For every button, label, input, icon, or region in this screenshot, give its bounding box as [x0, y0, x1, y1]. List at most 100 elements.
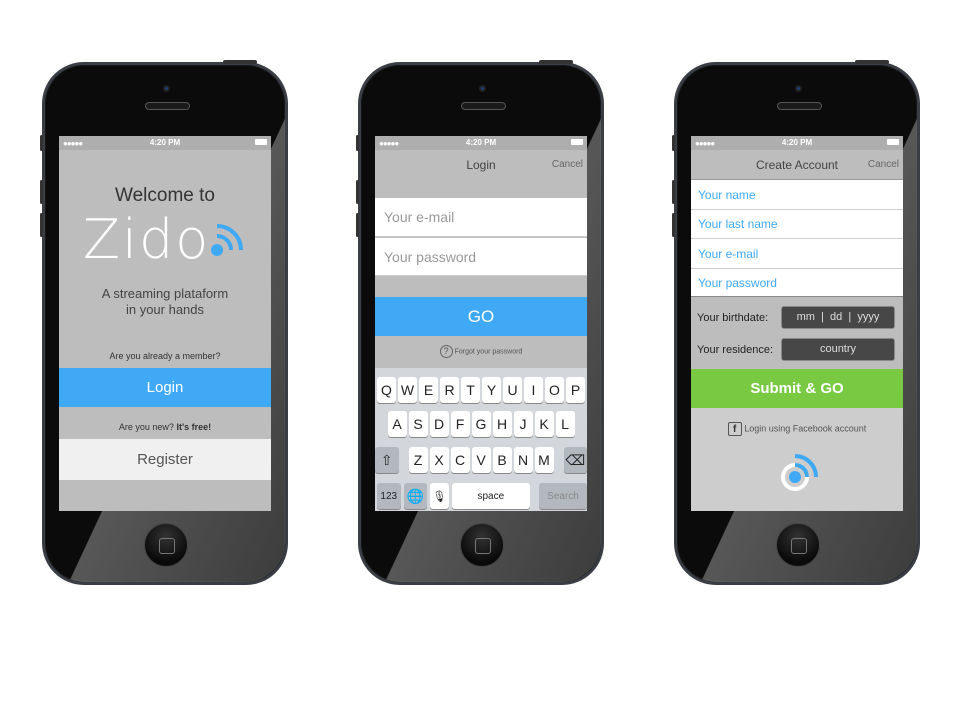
search-key[interactable]: Search: [539, 483, 587, 509]
tagline: A streaming plataform: [101, 286, 229, 301]
key[interactable]: U: [503, 377, 522, 403]
camera: [163, 85, 170, 92]
volume-up-button: [356, 180, 359, 204]
keyboard-row-1: QWERTYUIOP: [375, 377, 587, 403]
volume-down-button: [672, 213, 675, 237]
new-prompt-text: Are you new?: [118, 422, 174, 432]
battery-icon: [571, 139, 583, 145]
facebook-icon: f: [727, 422, 742, 436]
phone-login: ●●●●● 4:20 PM Login Cancel Your e-mail You…: [356, 60, 604, 585]
key[interactable]: D: [429, 411, 449, 437]
new-prompt: Are you new? It's free!: [59, 422, 271, 432]
shift-key[interactable]: ⇧: [375, 447, 399, 473]
home-button[interactable]: [144, 523, 188, 567]
microphone-key[interactable]: 🎙: [430, 483, 449, 509]
birthdate-picker[interactable]: mm | dd | yyyy: [781, 306, 895, 329]
country-select[interactable]: country: [781, 338, 895, 361]
welcome-title: Welcome to: [115, 185, 215, 206]
key[interactable]: Q: [377, 377, 396, 403]
key[interactable]: N: [513, 447, 533, 473]
keyboard-row-2: ASDFGHJKL: [375, 411, 587, 437]
email-input[interactable]: Your e-mail: [375, 198, 587, 237]
zido-logo-icon: [781, 454, 818, 491]
key[interactable]: B: [492, 447, 512, 473]
key[interactable]: V: [471, 447, 491, 473]
volume-down-button: [356, 213, 359, 237]
key[interactable]: Z: [408, 447, 428, 473]
globe-key[interactable]: 🌐: [403, 483, 428, 509]
volume-down-button: [40, 213, 43, 237]
home-button[interactable]: [460, 523, 504, 567]
status-bar: ●●●●● 4:20 PM: [691, 136, 903, 150]
letter-keys: ZXCVBNM: [408, 447, 554, 473]
free-label: It's free!: [176, 422, 212, 432]
phone-create-account: ●●●●● 4:20 PM Create Account Cancel Your n…: [672, 60, 920, 585]
mute-switch: [40, 135, 43, 151]
register-button[interactable]: Register: [59, 439, 271, 480]
key[interactable]: T: [461, 377, 480, 403]
key[interactable]: C: [450, 447, 470, 473]
facebook-login-link[interactable]: f Login using Facebook account: [691, 422, 903, 436]
password-input[interactable]: Your password: [691, 269, 903, 297]
keyboard-row-4: 123 🌐 🎙 space Search: [375, 483, 587, 509]
tagline-2: in your hands: [125, 302, 205, 317]
mute-switch: [672, 135, 675, 151]
email-input[interactable]: Your e-mail: [691, 239, 903, 269]
key[interactable]: X: [429, 447, 449, 473]
key[interactable]: S: [408, 411, 428, 437]
submit-button[interactable]: Submit & GO: [691, 369, 903, 408]
status-time: 4:20 PM: [465, 138, 497, 147]
cancel-button[interactable]: Cancel: [868, 159, 899, 170]
key[interactable]: A: [387, 411, 407, 437]
key[interactable]: F: [450, 411, 470, 437]
key[interactable]: Y: [482, 377, 501, 403]
battery-icon: [255, 139, 267, 145]
last-name-input[interactable]: Your last name: [691, 210, 903, 239]
power-button: [539, 60, 573, 64]
nav-bar: Login Cancel: [375, 150, 587, 180]
key[interactable]: L: [555, 411, 575, 437]
speaker: [777, 102, 822, 110]
name-input[interactable]: Your name: [691, 180, 903, 210]
password-input[interactable]: Your password: [375, 238, 587, 276]
key[interactable]: R: [440, 377, 459, 403]
nav-bar: Create Account Cancel: [691, 150, 903, 180]
status-bar: ●●●●● 4:20 PM: [59, 136, 271, 150]
key[interactable]: K: [534, 411, 554, 437]
key[interactable]: I: [524, 377, 543, 403]
facebook-label: Login using Facebook account: [744, 423, 867, 434]
login-button[interactable]: Login: [59, 368, 271, 407]
numbers-key[interactable]: 123: [377, 483, 401, 509]
key[interactable]: P: [566, 377, 585, 403]
space-key[interactable]: space: [451, 483, 531, 509]
key[interactable]: W: [398, 377, 417, 403]
residence-label: Your residence:: [697, 344, 774, 356]
key[interactable]: J: [513, 411, 533, 437]
cancel-button[interactable]: Cancel: [552, 159, 583, 170]
speaker: [145, 102, 190, 110]
camera: [795, 85, 802, 92]
home-button[interactable]: [776, 523, 820, 567]
member-prompt: Are you already a member?: [109, 351, 221, 361]
power-button: [855, 60, 889, 64]
volume-up-button: [40, 180, 43, 204]
volume-up-button: [672, 180, 675, 204]
forgot-password-link[interactable]: ? Forgot your password: [375, 345, 587, 358]
birthdate-label: Your birthdate:: [697, 312, 769, 324]
go-button[interactable]: GO: [375, 297, 587, 336]
status-bar: ●●●●● 4:20 PM: [375, 136, 587, 150]
create-account-screen: ●●●●● 4:20 PM Create Account Cancel Your n…: [691, 136, 903, 511]
logo-text: Zido: [83, 208, 211, 271]
status-time: 4:20 PM: [149, 138, 181, 147]
key[interactable]: E: [419, 377, 438, 403]
backspace-key[interactable]: ⌫: [563, 447, 587, 473]
forgot-label: Forgot your password: [454, 348, 523, 356]
key[interactable]: H: [492, 411, 512, 437]
power-button: [223, 60, 257, 64]
signal-waves-icon: [211, 224, 243, 256]
keyboard-row-3: ⇧ Z X C V B N M ⌫: [375, 447, 587, 473]
key[interactable]: M: [534, 447, 554, 473]
key[interactable]: G: [471, 411, 491, 437]
key[interactable]: O: [545, 377, 564, 403]
zido-logo: Zido: [59, 208, 271, 272]
